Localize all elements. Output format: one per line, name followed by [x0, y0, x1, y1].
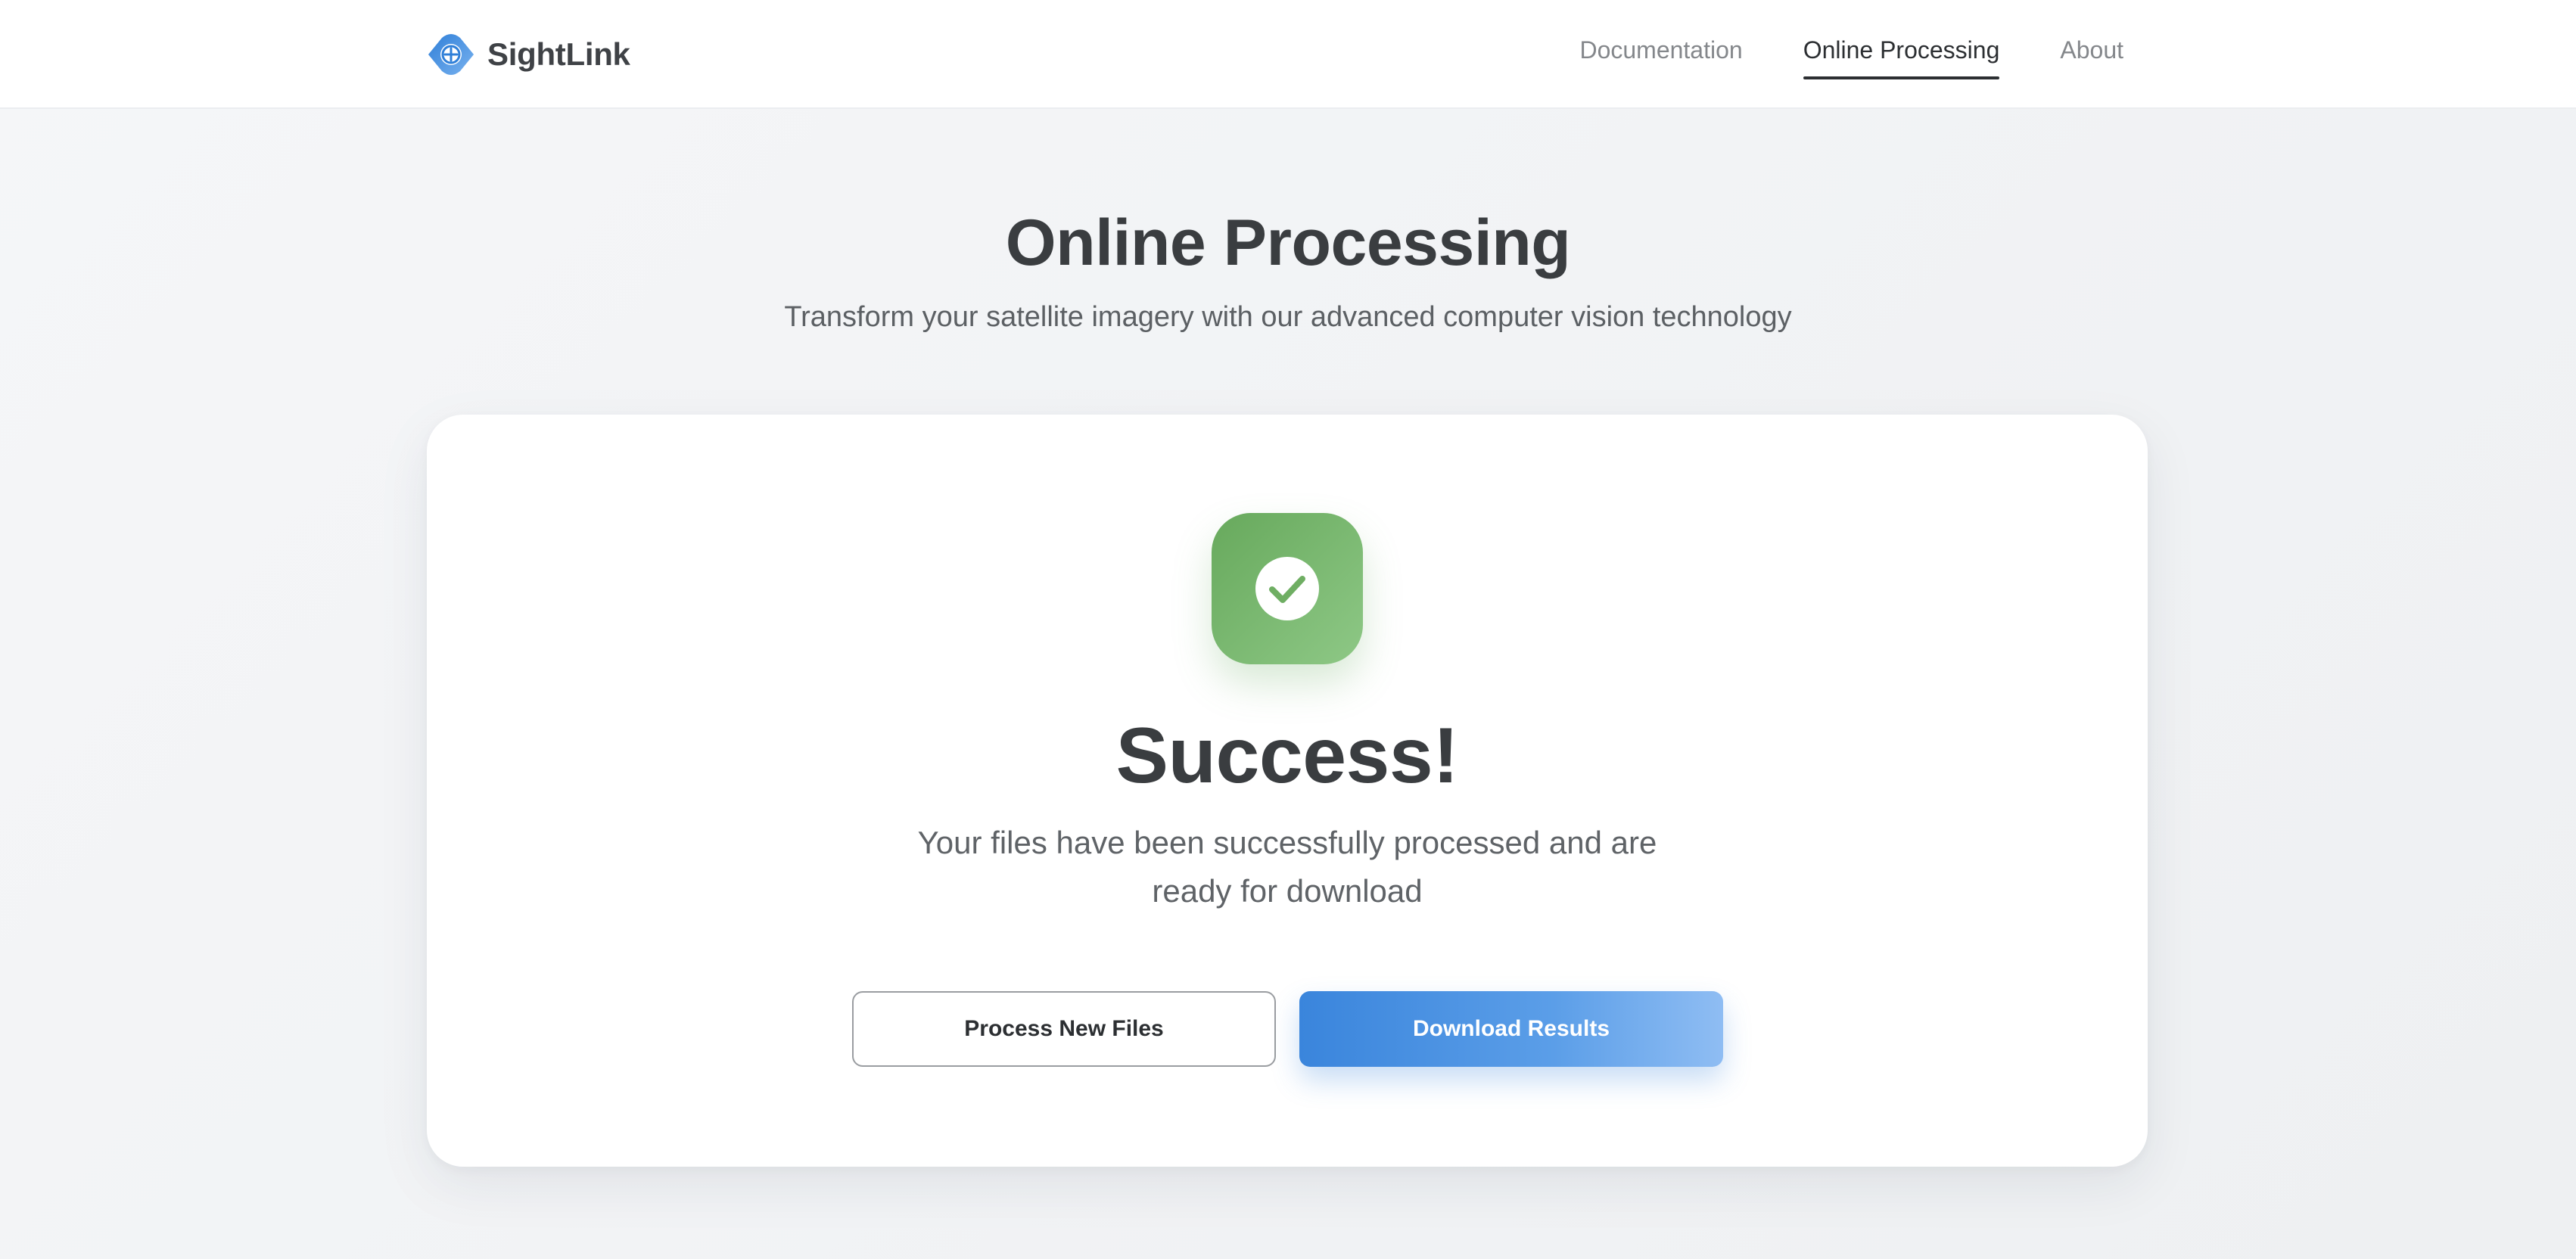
- check-circle-icon: [1255, 557, 1319, 620]
- nav-item-documentation[interactable]: Documentation: [1579, 36, 1742, 79]
- main-nav: Documentation Online Processing About: [1579, 36, 2123, 79]
- success-title: Success!: [1115, 712, 1459, 800]
- top-header: SightLink Documentation Online Processin…: [0, 0, 2576, 109]
- success-message: Your files have been successfully proces…: [917, 825, 1657, 909]
- eye-crosshair-icon: [428, 34, 474, 75]
- result-card: Success! Your files have been successful…: [427, 415, 2148, 1167]
- nav-item-online-processing[interactable]: Online Processing: [1803, 36, 1999, 79]
- nav-item-about[interactable]: About: [2060, 36, 2123, 79]
- download-results-button[interactable]: Download Results: [1299, 991, 1723, 1067]
- brand[interactable]: SightLink: [427, 32, 630, 77]
- page-title: Online Processing: [1005, 207, 1571, 279]
- success-badge: [1212, 513, 1363, 664]
- brand-name: SightLink: [487, 36, 630, 72]
- page-subtitle: Transform your satellite imagery with ou…: [784, 301, 1792, 333]
- process-new-files-button[interactable]: Process New Files: [852, 991, 1276, 1067]
